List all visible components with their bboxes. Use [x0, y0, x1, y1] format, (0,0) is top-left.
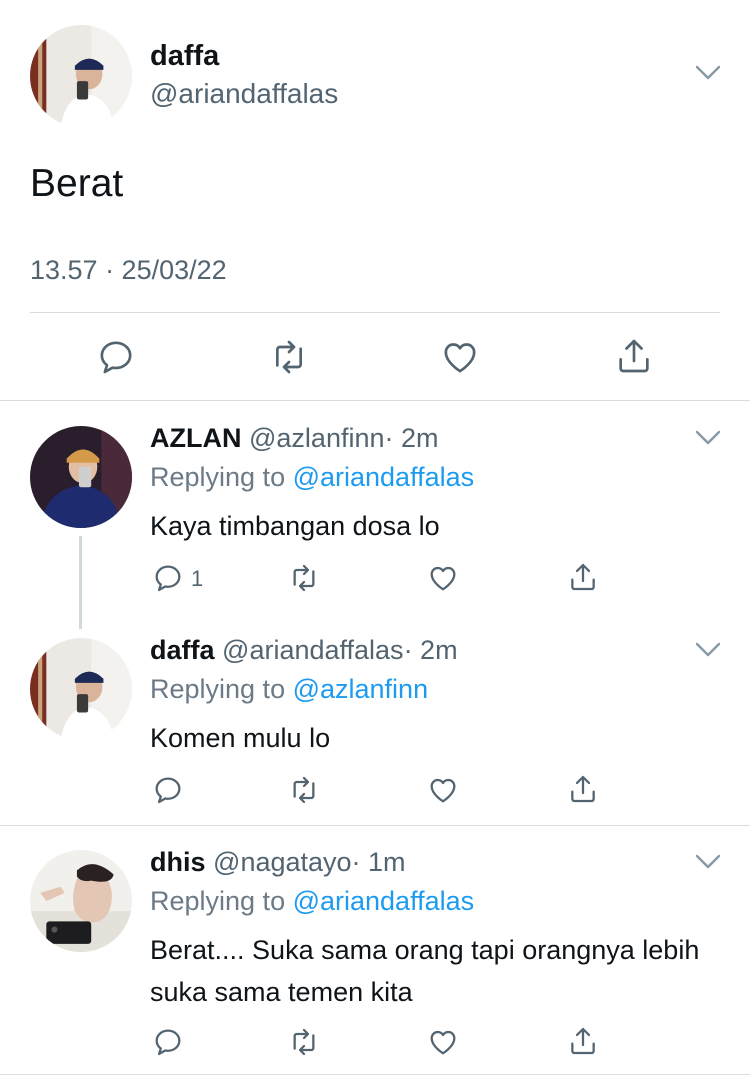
retweet-icon[interactable] — [268, 337, 310, 377]
reply-header: daffa @ariandaffalas· 2m — [150, 635, 458, 666]
author-name[interactable]: daffa — [150, 40, 219, 73]
reply-count: 1 — [191, 566, 204, 591]
share-icon[interactable] — [567, 560, 599, 594]
reply-text: Berat.... Suka sama orang tapi orangnya … — [150, 935, 700, 1007]
reply-author-handle[interactable]: @ariandaffalas — [222, 635, 404, 665]
replying-to-label: Replying to — [150, 886, 293, 916]
profile-photo-icon — [30, 426, 132, 528]
chevron-down-icon[interactable] — [695, 854, 721, 875]
reply-time: · 2m — [403, 635, 458, 665]
profile-photo-icon — [30, 850, 132, 952]
chevron-down-icon[interactable] — [695, 430, 721, 451]
retweet-icon[interactable] — [287, 774, 321, 806]
replying-to-mention[interactable]: @azlanfinn — [293, 674, 429, 704]
reply-time: · 1m — [351, 847, 406, 877]
replying-to-label: Replying to — [150, 462, 293, 492]
retweet-icon[interactable] — [287, 562, 321, 594]
reply-time: · 2m — [384, 423, 439, 453]
chevron-down-icon[interactable] — [695, 65, 721, 86]
avatar-azlan[interactable] — [30, 426, 132, 528]
profile-photo-icon — [30, 25, 132, 127]
divider — [0, 825, 750, 826]
reply-icon[interactable] — [96, 337, 136, 377]
profile-photo-icon — [30, 638, 132, 740]
author-handle[interactable]: @ariandaffalas — [150, 78, 338, 110]
replying-to: Replying to @ariandaffalas — [150, 886, 474, 917]
divider — [0, 1074, 750, 1075]
divider — [30, 312, 720, 313]
like-icon[interactable] — [427, 1026, 459, 1058]
replying-to: Replying to @ariandaffalas — [150, 462, 474, 493]
reply-icon[interactable] — [152, 562, 184, 594]
divider — [0, 400, 750, 401]
reply-icon[interactable] — [152, 1026, 184, 1058]
share-icon[interactable] — [567, 772, 599, 806]
replying-to: Replying to @azlanfinn — [150, 674, 428, 705]
reply-icon[interactable] — [152, 774, 184, 806]
thread-connector — [79, 536, 82, 629]
like-icon[interactable] — [427, 774, 459, 806]
avatar-daffa[interactable] — [30, 638, 132, 740]
retweet-icon[interactable] — [287, 1026, 321, 1058]
reply-author-handle[interactable]: @nagatayo — [213, 847, 352, 877]
share-icon[interactable] — [567, 1024, 599, 1058]
tweet-text: Berat — [30, 162, 124, 205]
like-icon[interactable] — [440, 337, 480, 377]
reply-text: Komen mulu lo — [150, 723, 331, 753]
avatar-dhis[interactable] — [30, 850, 132, 952]
avatar-daffa-main[interactable] — [30, 25, 132, 127]
replying-to-mention[interactable]: @ariandaffalas — [293, 462, 475, 492]
reply-author-name[interactable]: daffa — [150, 635, 215, 665]
reply-author-handle[interactable]: @azlanfinn — [249, 423, 385, 453]
reply-author-name[interactable]: AZLAN — [150, 423, 241, 453]
replying-to-mention[interactable]: @ariandaffalas — [293, 886, 475, 916]
replying-to-label: Replying to — [150, 674, 293, 704]
reply-header: dhis @nagatayo· 1m — [150, 847, 406, 878]
share-icon[interactable] — [614, 335, 654, 377]
reply-header: AZLAN @azlanfinn· 2m — [150, 423, 439, 454]
chevron-down-icon[interactable] — [695, 642, 721, 663]
reply-author-name[interactable]: dhis — [150, 847, 206, 877]
reply-text: Kaya timbangan dosa lo — [150, 511, 440, 541]
like-icon[interactable] — [427, 562, 459, 594]
tweet-timestamp: 13.57 · 25/03/22 — [30, 255, 227, 285]
